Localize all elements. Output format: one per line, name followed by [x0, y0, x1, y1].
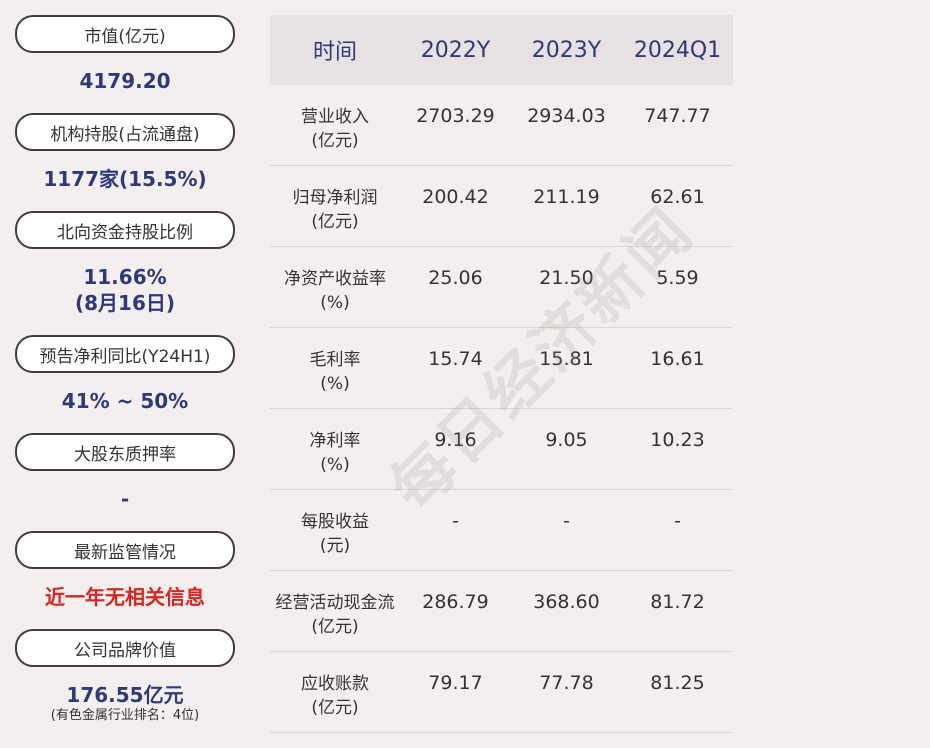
cell-2023y: - — [563, 510, 570, 532]
table-row: 每股收益 (元) - - - — [270, 490, 733, 571]
cell-2023y: 77.78 — [539, 672, 594, 694]
row-label: 经营活动现金流 (亿元) — [270, 571, 400, 639]
row-label: 每股收益 (元) — [270, 490, 400, 558]
row-label-unit: (亿元) — [311, 698, 359, 718]
row-label: 归母净利润 (亿元) — [270, 166, 400, 234]
row-label-unit: (亿元) — [311, 131, 359, 151]
cell-2024q1: 81.72 — [650, 591, 705, 613]
northbound-holding-date: (8月16日) — [74, 291, 176, 315]
table-row: 应收账款 (亿元) 79.17 77.78 81.25 — [270, 652, 733, 733]
table-header: 时间 2022Y 2023Y 2024Q1 — [270, 15, 733, 85]
brand-value-value: 176.55亿元 (有色金属行业排名：4位) — [15, 682, 235, 724]
market-cap-label: 市值(亿元) — [15, 15, 235, 53]
pledge-ratio-value: - — [120, 487, 130, 511]
cell-2023y: 211.19 — [533, 186, 600, 208]
cell-2022y: 200.42 — [422, 186, 489, 208]
row-label-name: 每股收益 — [301, 512, 369, 532]
cell-2024q1: 747.77 — [644, 105, 711, 127]
brand-value-amount: 176.55亿元 — [66, 683, 184, 707]
row-label-unit: (元) — [319, 536, 351, 556]
row-label: 应收账款 (亿元) — [270, 652, 400, 720]
row-label: 毛利率 (%) — [270, 328, 400, 396]
profit-forecast-label: 预告净利同比(Y24H1) — [15, 335, 235, 373]
table-row: 经营活动现金流 (亿元) 286.79 368.60 81.72 — [270, 571, 733, 652]
brand-value-label: 公司品牌价值 — [15, 629, 235, 667]
regulatory-status-value: 近一年无相关信息 — [45, 585, 205, 609]
row-label-unit: (%) — [320, 374, 350, 394]
market-cap-value: 4179.20 — [79, 69, 171, 93]
cell-2022y: 286.79 — [422, 591, 489, 613]
cell-2023y: 368.60 — [533, 591, 600, 613]
northbound-holding-percent: 11.66% — [83, 265, 167, 289]
row-label-name: 净资产收益率 — [284, 269, 386, 289]
cell-2022y: 25.06 — [428, 267, 483, 289]
institutional-holdings-value: 1177家(15.5%) — [43, 167, 207, 191]
cell-2024q1: - — [674, 510, 681, 532]
row-label-unit: (%) — [320, 293, 350, 313]
header-time: 时间 — [312, 40, 357, 65]
cell-2022y: 2703.29 — [416, 105, 495, 127]
row-label-name: 经营活动现金流 — [275, 593, 395, 613]
row-label-name: 营业收入 — [301, 107, 369, 127]
cell-2024q1: 10.23 — [650, 429, 705, 451]
regulatory-status-label: 最新监管情况 — [15, 531, 235, 569]
header-2023y: 2023Y — [531, 37, 602, 63]
table-row: 营业收入 (亿元) 2703.29 2934.03 747.77 — [270, 85, 733, 166]
header-2022y: 2022Y — [420, 37, 491, 63]
row-label-name: 毛利率 — [309, 350, 361, 370]
row-label-unit: (亿元) — [311, 617, 359, 637]
cell-2024q1: 16.61 — [650, 348, 705, 370]
cell-2022y: 79.17 — [428, 672, 483, 694]
pledge-ratio-label: 大股东质押率 — [15, 433, 235, 471]
header-2024q1: 2024Q1 — [633, 37, 722, 63]
profit-forecast-value: 41% ~ 50% — [61, 389, 189, 413]
cell-2024q1: 81.25 — [650, 672, 705, 694]
row-label-name: 应收账款 — [301, 674, 369, 694]
northbound-holding-label: 北向资金持股比例 — [15, 211, 235, 249]
row-label: 净资产收益率 (%) — [270, 247, 400, 315]
brand-value-rank: (有色金属行业排名：4位) — [50, 708, 200, 723]
row-label: 营业收入 (亿元) — [270, 85, 400, 153]
row-label-name: 归母净利润 — [292, 188, 378, 208]
row-label-unit: (亿元) — [311, 212, 359, 232]
cell-2023y: 2934.03 — [527, 105, 606, 127]
institutional-holdings-label: 机构持股(占流通盘) — [15, 113, 235, 151]
northbound-holding-value: 11.66% (8月16日) — [15, 264, 235, 316]
